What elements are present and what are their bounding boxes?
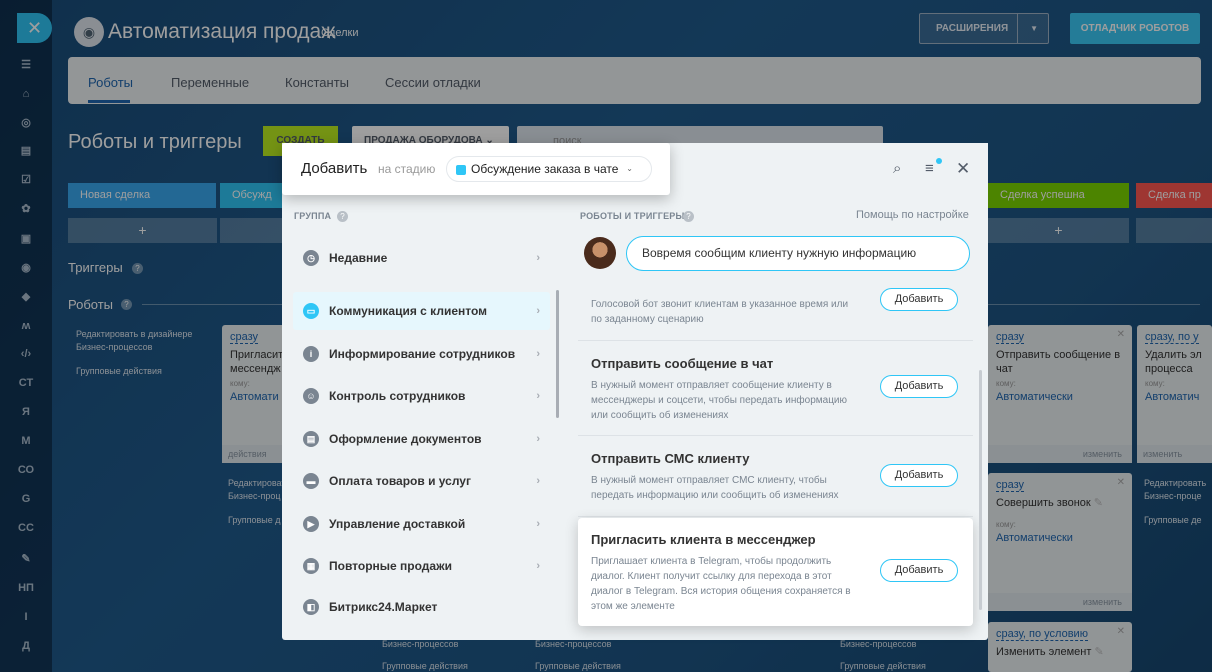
- robots-scrollbar[interactable]: [979, 370, 982, 610]
- groups-scrollbar[interactable]: [556, 290, 559, 418]
- robot-item-description: Приглашает клиента в Telegram, чтобы про…: [591, 556, 851, 612]
- document-icon: ▤: [303, 431, 319, 447]
- add-robot-button[interactable]: Добавить: [880, 559, 958, 582]
- info-icon: i: [303, 346, 319, 362]
- setup-help-link[interactable]: Помощь по настройке: [856, 209, 969, 221]
- market-icon: ◧: [303, 599, 319, 615]
- robot-item-description: В нужный момент отправляет сообщение кли…: [591, 380, 848, 421]
- chevron-right-icon: ›: [536, 305, 540, 317]
- robot-item-description: Голосовой бот звонит клиентам в указанно…: [591, 299, 849, 325]
- assistant-bubble: Вовремя сообщим клиенту нужную информаци…: [626, 236, 970, 271]
- truck-icon: ▶: [303, 516, 319, 532]
- add-robot-button[interactable]: Добавить: [880, 288, 958, 311]
- wallet-icon: ▬: [303, 473, 319, 489]
- group-item-payment[interactable]: ▬ Оплата товаров и услуг ›: [293, 462, 550, 500]
- chat-icon: ▭: [303, 303, 319, 319]
- robot-item-description: В нужный момент отправляет СМС клиенту, …: [591, 475, 839, 501]
- group-item-documents[interactable]: ▤ Оформление документов ›: [293, 420, 550, 458]
- chevron-right-icon: ›: [536, 433, 540, 445]
- group-item-employee-info[interactable]: i Информирование сотрудников ›: [293, 335, 550, 373]
- robot-item-highlighted: Пригласить клиента в мессенджер Приглаша…: [578, 518, 973, 626]
- robot-item-title: Отправить СМС клиенту: [591, 451, 750, 466]
- chevron-right-icon: ›: [536, 475, 540, 487]
- clock-icon: ◷: [303, 250, 319, 266]
- chevron-right-icon: ›: [536, 252, 540, 264]
- on-stage-label: на стадию: [378, 162, 436, 176]
- group-item-employee-control[interactable]: ☺ Контроль сотрудников ›: [293, 377, 550, 415]
- close-icon[interactable]: ✕: [956, 159, 970, 179]
- stage-select-value: Обсуждение заказа в чате: [471, 162, 619, 176]
- group-item-repeat-sales[interactable]: ▦ Повторные продажи ›: [293, 547, 550, 585]
- help-icon[interactable]: ?: [683, 211, 694, 222]
- group-column-title: ГРУППА: [294, 211, 332, 221]
- help-icon[interactable]: ?: [337, 211, 348, 222]
- add-robot-button[interactable]: Добавить: [880, 375, 958, 398]
- group-item-client-communication[interactable]: ▭ Коммуникация с клиентом ›: [293, 292, 550, 330]
- search-icon[interactable]: ⌕: [893, 160, 901, 177]
- add-title: Добавить: [301, 160, 368, 177]
- add-to-stage-header: Добавить на стадию Обсуждение заказа в ч…: [282, 143, 670, 195]
- stage-select[interactable]: Обсуждение заказа в чате ⌄: [446, 156, 652, 182]
- cart-icon: ▦: [303, 558, 319, 574]
- chevron-right-icon: ›: [536, 560, 540, 572]
- robots-column-title: РОБОТЫ И ТРИГГЕРЫ: [580, 211, 685, 221]
- robot-item: Голосовой бот звонит клиентам в указанно…: [578, 284, 973, 341]
- robot-item: Отправить сообщение в чат В нужный момен…: [578, 342, 973, 436]
- assistant-avatar: [584, 237, 616, 269]
- robot-item-title: Отправить сообщение в чат: [591, 356, 774, 371]
- robot-item-title: Пригласить клиента в мессенджер: [591, 532, 816, 547]
- add-robot-button[interactable]: Добавить: [880, 464, 958, 487]
- chevron-down-icon: ⌄: [626, 164, 633, 173]
- chevron-right-icon: ›: [536, 348, 540, 360]
- chevron-right-icon: ›: [536, 390, 540, 402]
- settings-sliders-icon[interactable]: ≡: [925, 158, 942, 177]
- group-item-recent[interactable]: ◷ Недавние ›: [293, 239, 550, 277]
- people-icon: ☺: [303, 388, 319, 404]
- robot-item: Отправить СМС клиенту В нужный момент от…: [578, 437, 973, 517]
- stage-color-dot: [456, 165, 466, 175]
- chevron-right-icon: ›: [536, 518, 540, 530]
- group-item-market[interactable]: ◧ Битрикс24.Маркет: [293, 588, 550, 626]
- notification-dot: [936, 158, 942, 164]
- group-item-delivery[interactable]: ▶ Управление доставкой ›: [293, 505, 550, 543]
